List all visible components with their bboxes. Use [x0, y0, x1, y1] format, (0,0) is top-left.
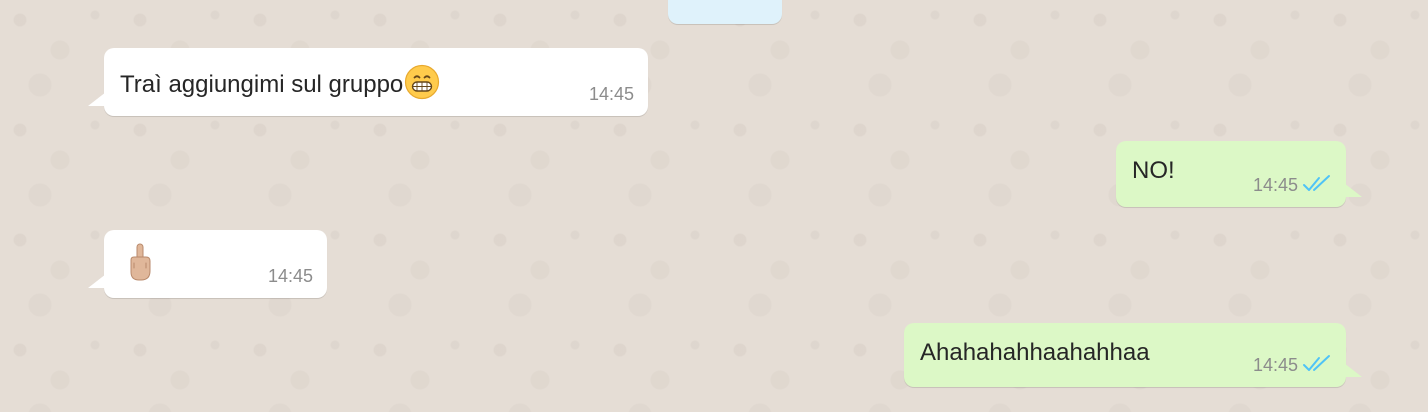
bubble-tail: [1344, 363, 1362, 377]
double-check-read-icon: [1303, 175, 1330, 191]
message-text: Ahahahahhaahahhaa: [920, 339, 1150, 366]
message-timestamp: 14:45: [1252, 175, 1298, 195]
partial-message-bubble[interactable]: [668, 0, 782, 24]
message-timestamp: 14:45: [588, 84, 634, 104]
message-timestamp: 14:45: [267, 266, 313, 286]
outgoing-message-bubble[interactable]: NO! 14:45: [1116, 141, 1362, 207]
grinning-face-emoji-icon: [405, 64, 440, 100]
incoming-message-bubble[interactable]: Traì aggiungimi sul gruppo 14:45: [88, 48, 648, 116]
bubble-tail: [1344, 183, 1362, 197]
bubble-tail: [88, 274, 106, 288]
incoming-message-bubble[interactable]: 14:45: [88, 230, 327, 298]
message-text: Traì aggiungimi sul gruppo: [120, 64, 440, 100]
bubble-tail: [88, 92, 106, 106]
message-timestamp: 14:45: [1252, 355, 1298, 375]
middle-finger-emoji-icon: [130, 243, 151, 281]
double-check-read-icon: [1303, 355, 1330, 371]
outgoing-message-bubble[interactable]: Ahahahahhaahahhaa 14:45: [904, 323, 1362, 387]
message-text: NO!: [1132, 157, 1175, 184]
